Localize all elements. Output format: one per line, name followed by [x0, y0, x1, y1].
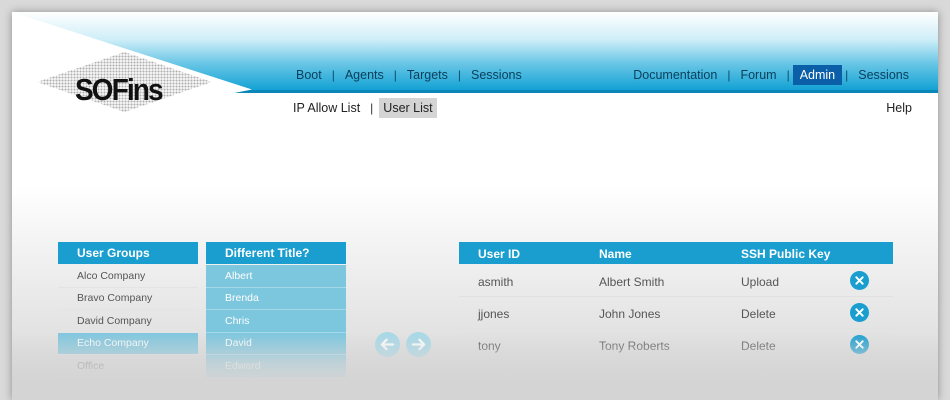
title-item[interactable]: Edward	[206, 355, 346, 378]
close-circle-icon[interactable]	[850, 335, 869, 354]
user-group-item[interactable]: Office	[58, 355, 198, 378]
nav-separator: |	[457, 68, 462, 82]
titles-header: Different Title?	[206, 242, 346, 264]
column-header-user-id[interactable]: User ID	[478, 247, 520, 261]
help-link[interactable]: Help	[886, 101, 912, 115]
table-row[interactable]: jjones John Jones Delete	[459, 297, 893, 329]
nav-separator: |	[393, 68, 397, 82]
upload-key-link[interactable]: Upload	[741, 275, 779, 289]
delete-key-link[interactable]: Delete	[741, 339, 776, 353]
nav-sessions[interactable]: Sessions	[464, 65, 529, 85]
close-circle-icon[interactable]	[850, 303, 869, 322]
cell-user-id: asmith	[478, 275, 514, 289]
delete-key-link[interactable]: Delete	[741, 307, 776, 321]
user-group-item-selected[interactable]: Echo Company	[58, 332, 198, 355]
nav-documentation[interactable]: Documentation	[626, 65, 724, 85]
user-group-item[interactable]: David Company	[58, 310, 198, 333]
title-item[interactable]: Chris	[206, 310, 346, 333]
cell-user-id: jjones	[478, 307, 510, 321]
subnav-ip-allow-list[interactable]: IP Allow List	[289, 98, 364, 118]
user-groups-list: Alco Company Bravo Company David Company…	[58, 265, 198, 378]
titles-list: Albert Brenda Chris David Edward	[206, 265, 346, 378]
cell-name: John Jones	[599, 307, 661, 321]
sub-nav: IP Allow List | User List	[289, 98, 437, 118]
nav-targets[interactable]: Targets	[400, 65, 455, 85]
title-item[interactable]: Albert	[206, 265, 346, 288]
nav-admin[interactable]: Admin	[792, 65, 843, 85]
user-group-item[interactable]: Alco Company	[58, 265, 198, 288]
nav-agents[interactable]: Agents	[338, 65, 391, 85]
nav-forum[interactable]: Forum	[733, 65, 783, 85]
column-header-ssh-key[interactable]: SSH Public Key	[741, 247, 830, 261]
nav-sessions-right[interactable]: Sessions	[851, 65, 916, 85]
logo[interactable]: SOFins	[75, 72, 164, 108]
arrow-right-circle-icon[interactable]	[406, 332, 431, 357]
arrow-left-circle-icon[interactable]	[375, 332, 400, 357]
secondary-nav: Documentation | Forum | Admin | Sessions	[626, 64, 916, 86]
users-table: asmith Albert Smith Upload jjones John J…	[459, 265, 893, 361]
users-table-header: User ID Name SSH Public Key	[459, 242, 893, 264]
cell-name: Albert Smith	[599, 275, 665, 289]
app-window: SOFins Boot | Agents | Targets | Session…	[12, 12, 938, 400]
column-header-name[interactable]: Name	[599, 247, 632, 261]
nav-separator: |	[331, 68, 335, 82]
nav-separator: |	[845, 68, 849, 82]
move-controls	[375, 332, 431, 357]
nav-boot[interactable]: Boot	[289, 65, 329, 85]
nav-separator: |	[786, 68, 790, 82]
table-row[interactable]: asmith Albert Smith Upload	[459, 265, 893, 297]
title-item[interactable]: Brenda	[206, 287, 346, 310]
subnav-user-list[interactable]: User List	[379, 98, 437, 118]
cell-name: Tony Roberts	[599, 339, 670, 353]
table-row[interactable]: tony Tony Roberts Delete	[459, 329, 893, 361]
user-groups-header: User Groups	[58, 242, 198, 264]
cell-user-id: tony	[478, 339, 501, 353]
main-nav: Boot | Agents | Targets | Sessions	[289, 64, 529, 86]
close-circle-icon[interactable]	[850, 271, 869, 290]
title-item[interactable]: David	[206, 332, 346, 355]
user-group-item[interactable]: Bravo Company	[58, 288, 198, 310]
subnav-separator: |	[370, 101, 374, 115]
nav-separator: |	[727, 68, 731, 82]
